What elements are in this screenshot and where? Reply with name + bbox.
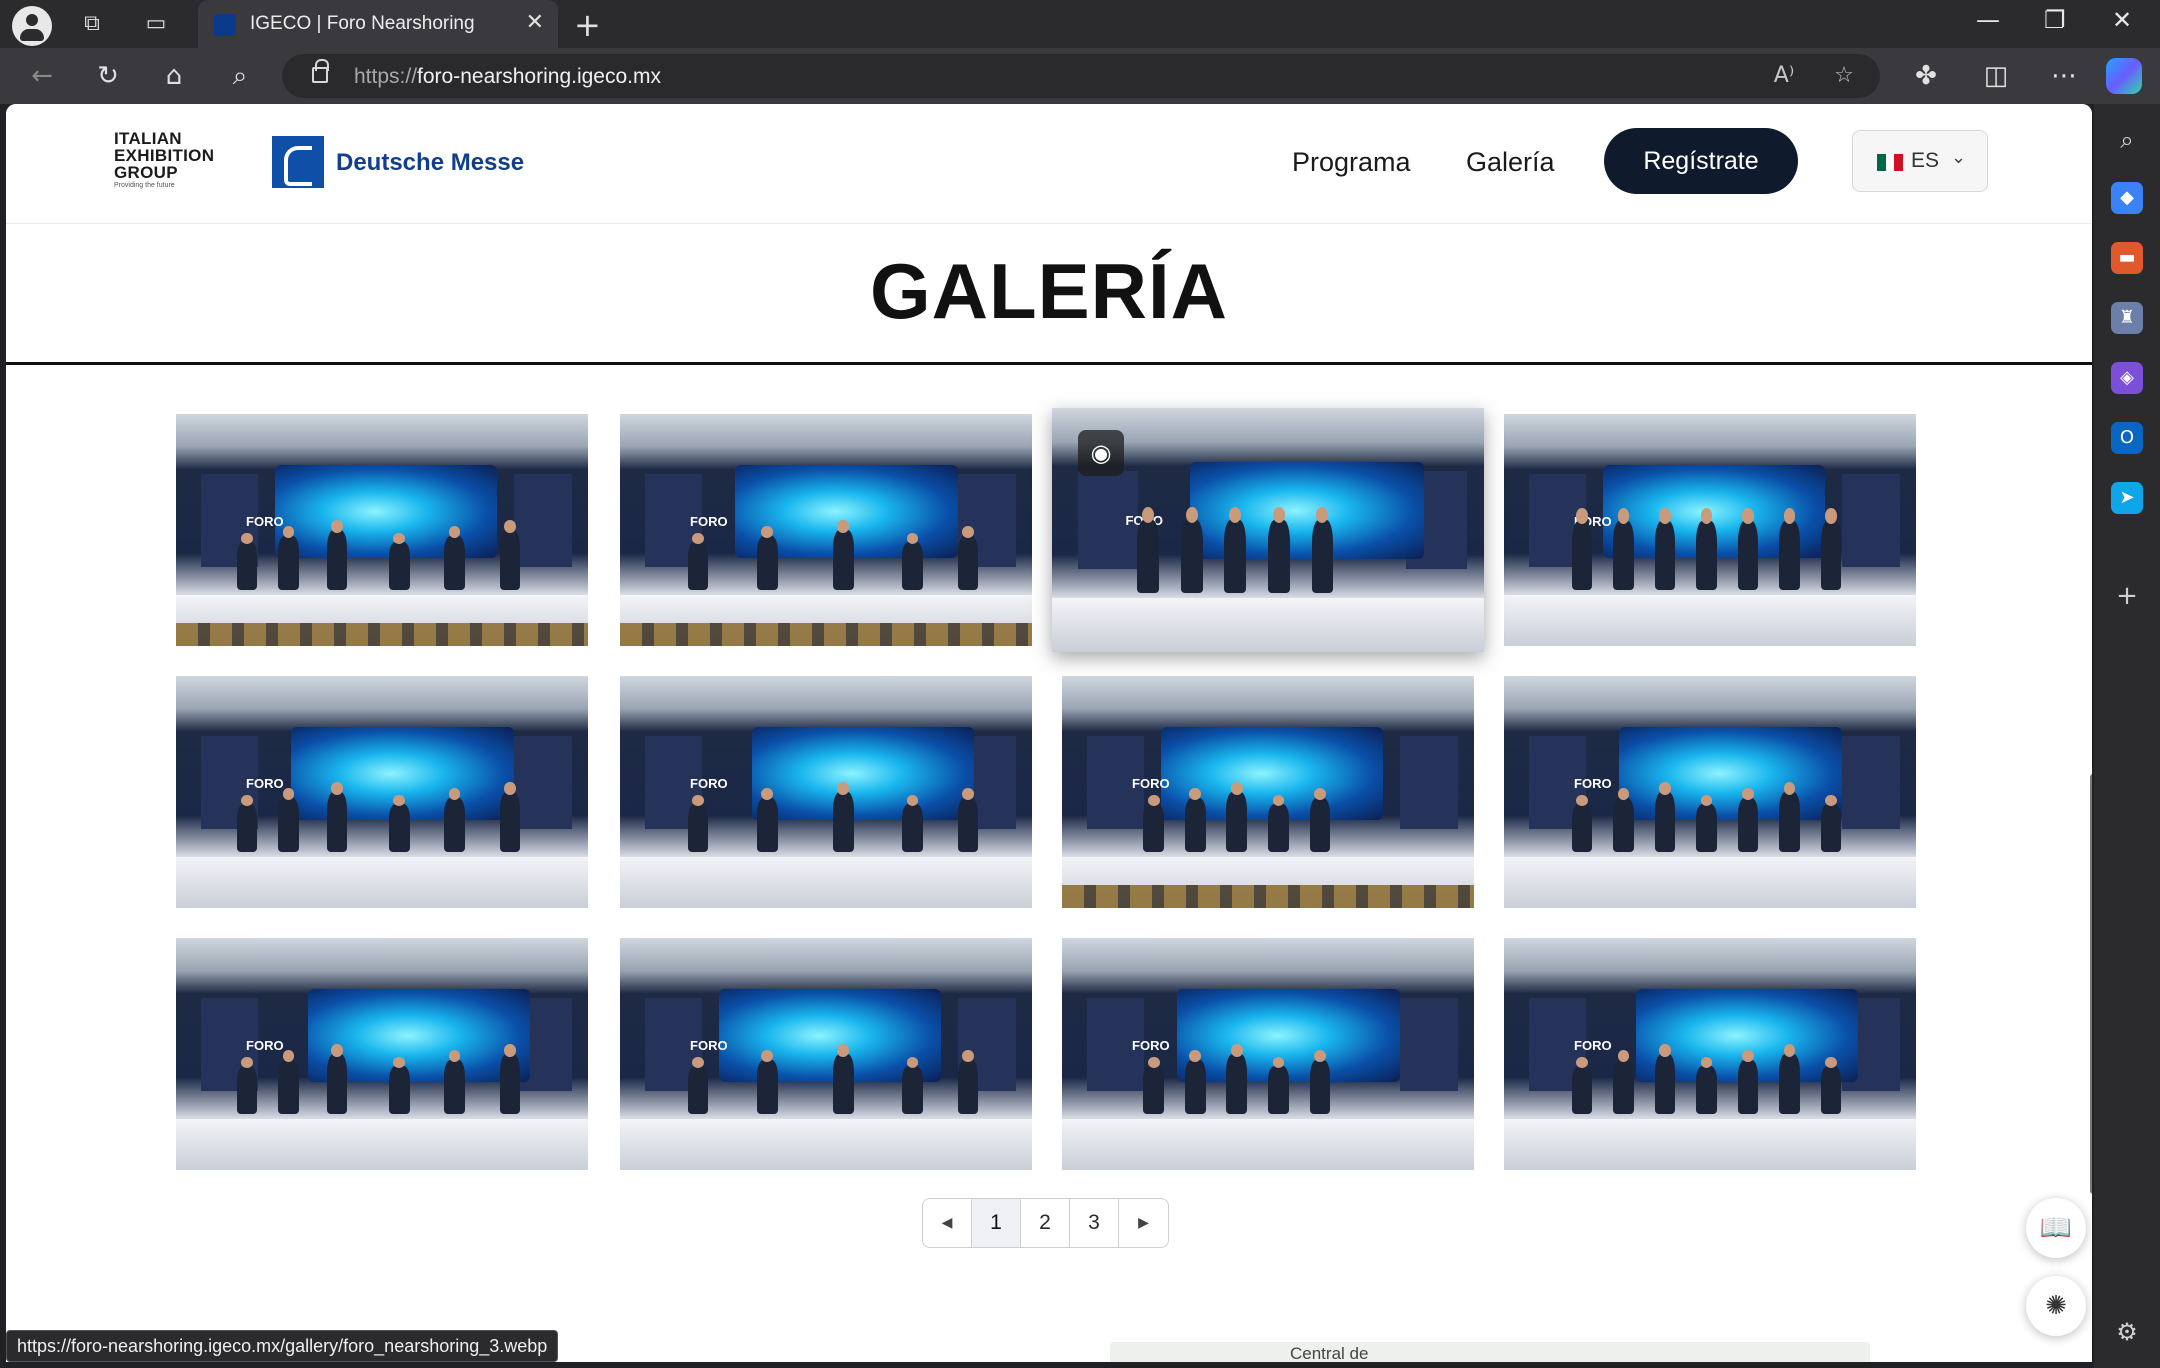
- gallery-photo[interactable]: FORO: [1504, 676, 1916, 908]
- gallery-photo[interactable]: FORO: [1504, 938, 1916, 1170]
- more-menu-icon[interactable]: ⋯: [2046, 58, 2082, 94]
- shopping-tag-icon[interactable]: ◆: [2111, 182, 2143, 214]
- edge-sidebar: ⌕ ◆ ▬ ♜ ◈ O ➤ + ⚙: [2094, 104, 2160, 1368]
- map-embed[interactable]: Central de: [1110, 1342, 1870, 1362]
- gallery-photo[interactable]: FORO: [620, 676, 1032, 908]
- refresh-icon[interactable]: ↻: [90, 58, 126, 94]
- mexico-flag-icon: [1877, 154, 1904, 171]
- ai-assistant-icon[interactable]: ✺: [2026, 1276, 2086, 1336]
- gallery-photo[interactable]: FORO: [620, 938, 1032, 1170]
- outlook-icon[interactable]: O: [2111, 422, 2143, 454]
- read-aloud-icon[interactable]: A⁾: [1766, 58, 1802, 94]
- gallery-photo[interactable]: FORO: [620, 414, 1032, 646]
- close-window-icon[interactable]: ✕: [2112, 6, 2132, 34]
- copilot-icon[interactable]: [2106, 58, 2142, 94]
- pagination-next-button[interactable]: ▶: [1119, 1199, 1168, 1247]
- home-icon[interactable]: ⌂: [156, 58, 192, 94]
- search-icon[interactable]: ⌕: [222, 58, 258, 94]
- restore-icon[interactable]: ❐: [2044, 6, 2066, 34]
- nav-programa[interactable]: Programa: [1292, 147, 1411, 178]
- split-screen-icon[interactable]: ◫: [1978, 58, 2014, 94]
- caret-left-icon: ◀: [941, 1215, 953, 1231]
- games-icon[interactable]: ♜: [2111, 302, 2143, 334]
- pagination-page-3[interactable]: 3: [1070, 1199, 1119, 1247]
- map-place-label: Central de: [1290, 1344, 1369, 1362]
- site-header: ITALIAN EXHIBITION GROUP Providing the f…: [6, 104, 2092, 224]
- pagination-prev-button[interactable]: ◀: [923, 1199, 972, 1247]
- gallery-photo[interactable]: FORO: [176, 676, 588, 908]
- favorite-star-icon[interactable]: ☆: [1826, 58, 1862, 94]
- site-favicon-icon: [214, 14, 236, 36]
- copilot-sidebar-icon[interactable]: ◈: [2111, 362, 2143, 394]
- url-text: https://foro-nearshoring.igeco.mx: [354, 65, 661, 88]
- pagination: ◀ 1 2 3 ▶: [922, 1198, 1169, 1248]
- gallery-photo[interactable]: FORO: [1062, 938, 1474, 1170]
- add-sidebar-app-icon[interactable]: +: [2111, 580, 2143, 612]
- chevron-down-icon: ⌄: [1951, 147, 1967, 168]
- nav-galeria[interactable]: Galería: [1466, 147, 1555, 178]
- browser-tab[interactable]: IGECO | Foro Nearshoring ✕: [198, 0, 558, 48]
- page-scrollbar[interactable]: [2090, 774, 2092, 1194]
- deutsche-messe-mark-icon: [272, 136, 324, 188]
- lock-icon[interactable]: [312, 59, 329, 83]
- title-divider: [6, 362, 2092, 365]
- tab-bar: ⧉ ▭ IGECO | Foro Nearshoring ✕ + — ❐ ✕: [0, 0, 2160, 48]
- gallery-photo[interactable]: FORO: [1062, 676, 1474, 908]
- gallery-photo[interactable]: FORO: [176, 414, 588, 646]
- pagination-page-2[interactable]: 2: [1021, 1199, 1070, 1247]
- page-viewport: ITALIAN EXHIBITION GROUP Providing the f…: [6, 104, 2092, 1362]
- tab-actions-icon[interactable]: ▭: [142, 10, 170, 38]
- close-tab-icon[interactable]: ✕: [526, 10, 544, 35]
- profile-icon[interactable]: [12, 6, 52, 46]
- italian-exhibition-group-logo[interactable]: ITALIAN EXHIBITION GROUP Providing the f…: [114, 130, 234, 194]
- tab-title: IGECO | Foro Nearshoring: [250, 13, 475, 34]
- url-bar[interactable]: https://foro-nearshoring.igeco.mx A⁾ ☆: [282, 54, 1880, 98]
- new-tab-icon[interactable]: +: [574, 6, 601, 44]
- back-icon[interactable]: ←: [24, 58, 60, 94]
- workspaces-icon[interactable]: ⧉: [78, 10, 106, 38]
- register-button[interactable]: Regístrate: [1604, 128, 1798, 194]
- gallery-photo[interactable]: FORO: [176, 938, 588, 1170]
- gallery-title: GALERÍA: [870, 247, 1228, 335]
- sidebar-search-icon[interactable]: ⌕: [2111, 124, 2143, 156]
- visual-search-icon[interactable]: ◉: [1078, 430, 1124, 476]
- sidebar-settings-icon[interactable]: ⚙: [2111, 1316, 2143, 1348]
- gallery-photo[interactable]: FORO: [1504, 414, 1916, 646]
- reader-mode-icon[interactable]: 📖: [2026, 1198, 2086, 1258]
- minimize-icon[interactable]: —: [1976, 6, 2000, 34]
- tools-briefcase-icon[interactable]: ▬: [2111, 242, 2143, 274]
- address-toolbar: ← ↻ ⌂ ⌕ https://foro-nearshoring.igeco.m…: [0, 48, 2160, 104]
- extensions-icon[interactable]: ✤: [1908, 58, 1944, 94]
- pagination-page-1[interactable]: 1: [972, 1199, 1021, 1247]
- language-selector[interactable]: ES ⌄: [1852, 130, 1988, 192]
- link-status-tooltip: https://foro-nearshoring.igeco.mx/galler…: [6, 1330, 559, 1362]
- send-icon[interactable]: ➤: [2111, 482, 2143, 514]
- gallery-photo[interactable]: FORO◉: [1052, 408, 1484, 652]
- caret-right-icon: ▶: [1138, 1215, 1149, 1231]
